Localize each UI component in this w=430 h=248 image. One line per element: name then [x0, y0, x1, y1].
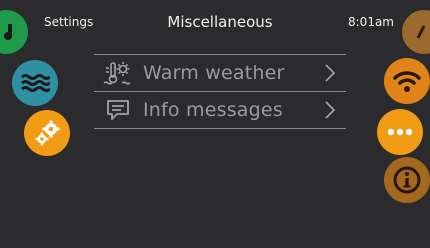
gears-icon [35, 120, 60, 146]
info-button[interactable] [384, 157, 430, 203]
settings-menu: Warm weather Info messages [94, 54, 346, 129]
clock-time: 8:01am [348, 15, 394, 29]
info-icon [393, 166, 421, 194]
water-button[interactable] [12, 60, 58, 106]
thermometer-sun-icon [102, 60, 134, 86]
top-right-icon [416, 25, 426, 39]
menu-item-info-messages[interactable]: Info messages [94, 92, 346, 128]
settings-button[interactable] [24, 110, 70, 156]
wifi-icon [393, 71, 421, 92]
more-button[interactable] [377, 109, 423, 155]
chevron-right-icon [325, 101, 336, 119]
more-dots-icon [387, 128, 413, 136]
menu-item-label: Warm weather [143, 62, 285, 84]
wifi-button[interactable] [384, 58, 430, 104]
screen: Settings Miscellaneous 8:01am Warm weath… [0, 0, 430, 248]
menu-item-label: Info messages [143, 99, 283, 121]
chevron-right-icon [325, 64, 336, 82]
message-icon [102, 97, 134, 123]
water-waves-icon [21, 74, 50, 92]
menu-item-warm-weather[interactable]: Warm weather [94, 55, 346, 91]
music-icon [4, 24, 12, 40]
divider [94, 128, 346, 129]
